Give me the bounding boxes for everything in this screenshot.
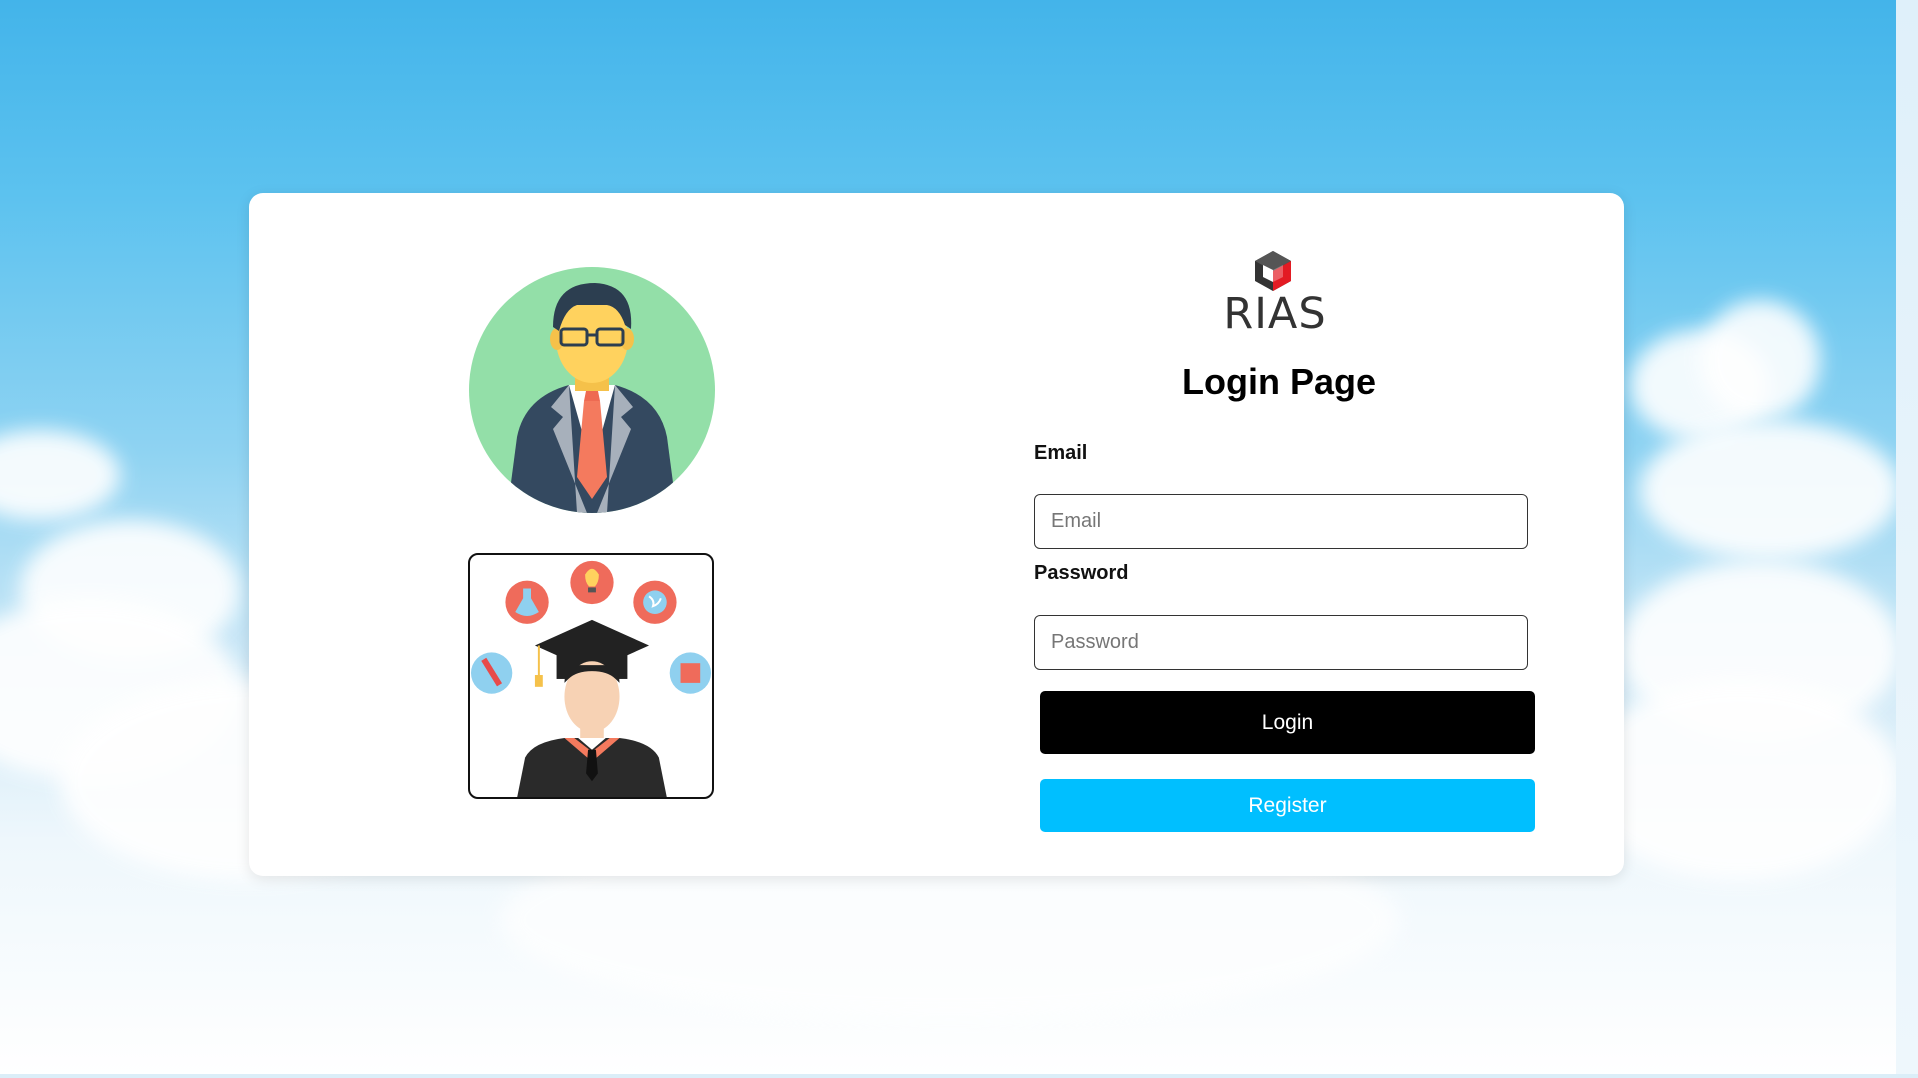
login-card: RIAS Login Page Email Password Login Reg… <box>249 193 1624 876</box>
login-button[interactable]: Login <box>1040 691 1535 754</box>
graduate-student-icon <box>468 553 714 799</box>
email-field[interactable] <box>1034 494 1528 549</box>
password-field[interactable] <box>1034 615 1528 670</box>
scrollbar-track <box>1896 0 1918 1078</box>
email-label: Email <box>1034 442 1088 464</box>
rias-logo: RIAS <box>1215 249 1335 339</box>
bottom-divider <box>0 1074 1918 1078</box>
logo-text: RIAS <box>1223 289 1327 339</box>
page-title: Login Page <box>1181 361 1376 402</box>
teacher-avatar-icon <box>469 267 715 513</box>
password-label: Password <box>1034 562 1129 584</box>
rias-cube-logo-icon <box>1251 249 1295 293</box>
register-button[interactable]: Register <box>1040 779 1535 832</box>
